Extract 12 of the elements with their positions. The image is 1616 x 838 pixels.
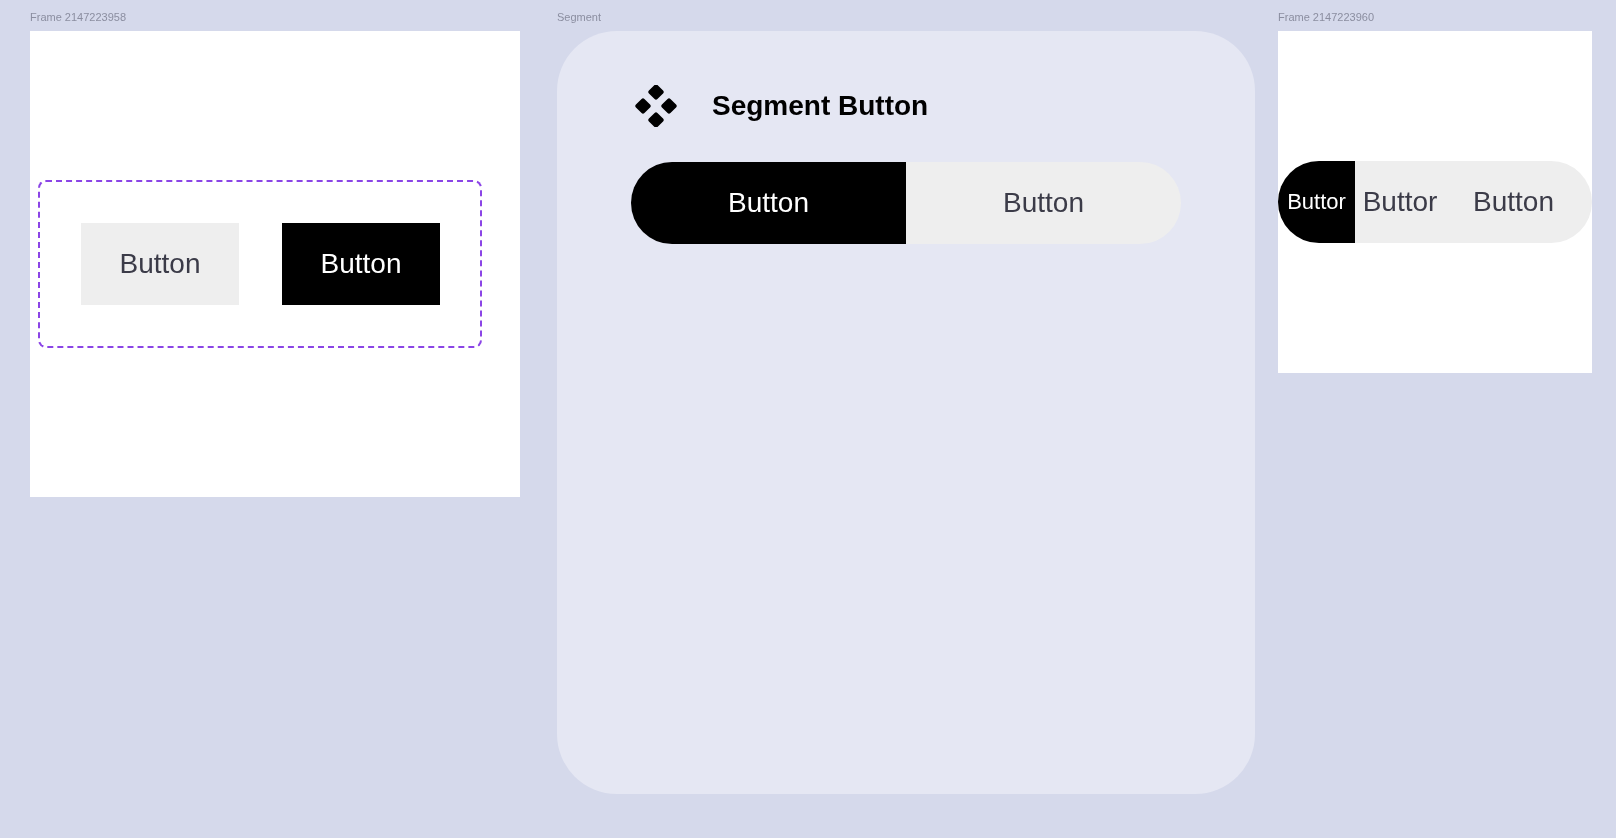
segment-button[interactable]: Button xyxy=(1445,161,1592,243)
segment-button[interactable]: Buttor xyxy=(1278,161,1355,243)
component-title: Segment Button xyxy=(712,90,929,122)
button[interactable]: Button xyxy=(282,223,440,305)
button[interactable]: Button xyxy=(81,223,239,305)
frame-label: Segment xyxy=(557,10,602,25)
segment-button[interactable]: Buttor xyxy=(1355,161,1445,243)
component-icon xyxy=(635,85,677,127)
frame-label: Frame 2147223958 xyxy=(30,10,126,25)
segment-button[interactable]: Button xyxy=(631,162,906,244)
frame-label: Frame 2147223960 xyxy=(1278,10,1374,25)
segment-button[interactable]: Button xyxy=(906,162,1181,244)
